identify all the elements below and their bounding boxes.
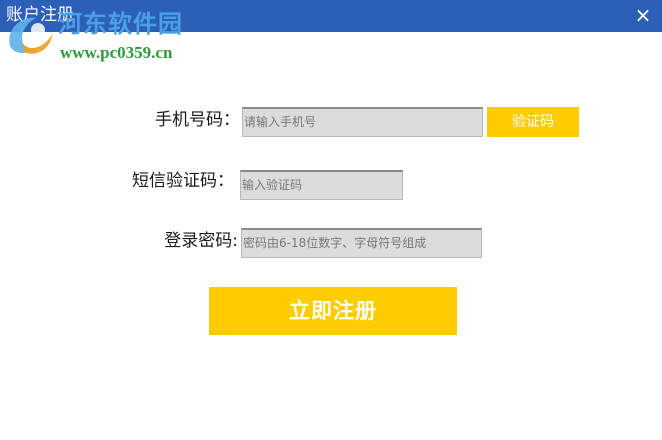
password-input[interactable]: 密码由6-18位数字、字母符号组成: [241, 228, 482, 258]
password-label: 登录密码:: [164, 231, 238, 251]
sms-code-label: 短信验证码：: [132, 171, 234, 191]
phone-label: 手机号码：: [155, 110, 240, 130]
watermark-name: 河东软件园: [58, 10, 183, 38]
watermark-url: www.pc0359.cn: [60, 43, 173, 62]
sms-code-input[interactable]: 输入验证码: [240, 170, 403, 200]
phone-input[interactable]: 请输入手机号: [242, 107, 483, 137]
register-button[interactable]: 立即注册: [209, 287, 457, 335]
close-icon[interactable]: ×: [630, 2, 656, 28]
pc0359-logo-icon: [9, 17, 52, 54]
get-code-button[interactable]: 验证码: [487, 107, 579, 137]
